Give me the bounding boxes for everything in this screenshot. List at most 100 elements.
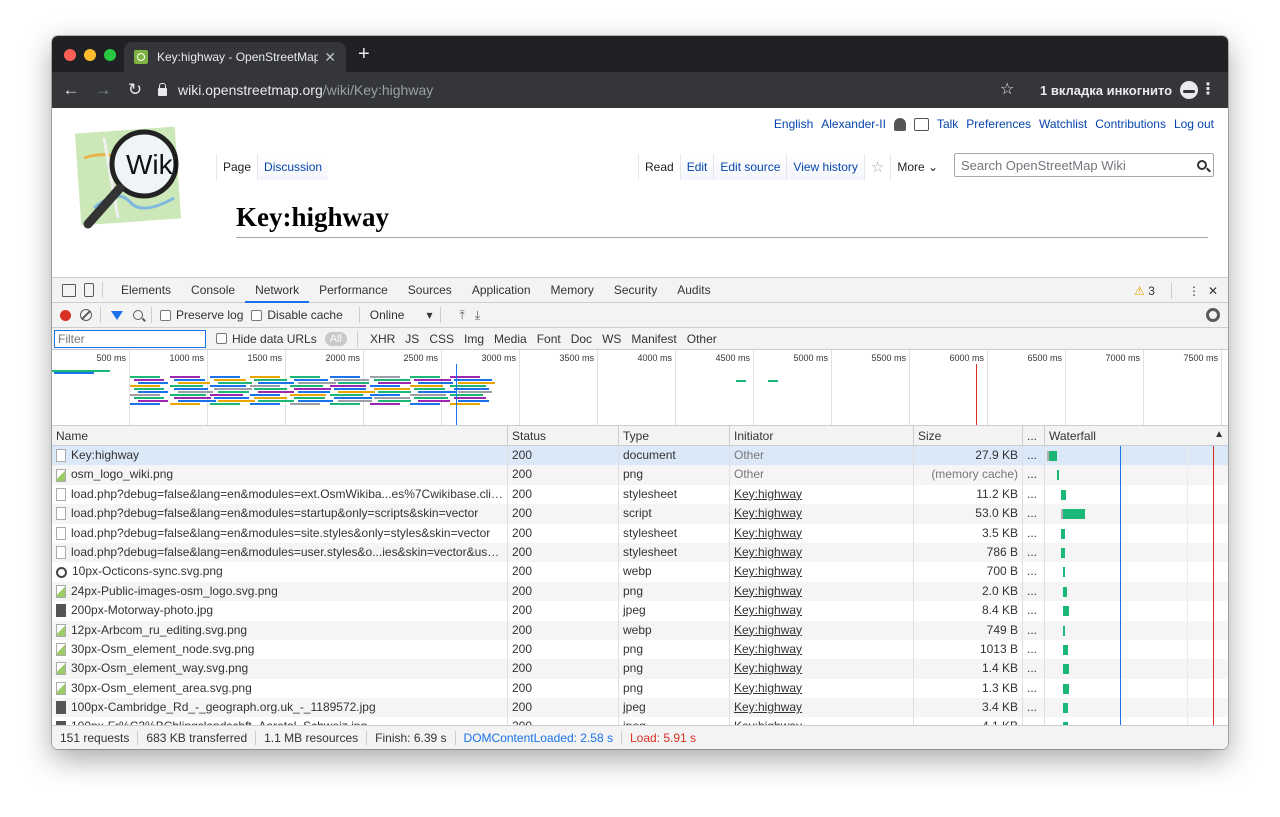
import-har-icon[interactable]: ⤒ <box>459 308 464 323</box>
close-devtools-icon[interactable]: ✕ <box>1208 284 1218 298</box>
logout-link[interactable]: Log out <box>1174 117 1214 131</box>
minimize-window-button[interactable] <box>84 49 96 61</box>
cell-initiator[interactable]: Key:highway <box>730 504 914 524</box>
cell-initiator[interactable]: Key:highway <box>730 562 914 582</box>
filter-type-all[interactable]: All <box>324 331 347 346</box>
device-toolbar-icon[interactable] <box>84 283 94 297</box>
cell-initiator[interactable]: Key:highway <box>730 678 914 699</box>
cell-initiator[interactable]: Key:highway <box>730 542 914 563</box>
contributions-link[interactable]: Contributions <box>1095 117 1166 131</box>
tab-application[interactable]: Application <box>462 278 541 303</box>
cell-name[interactable]: osm_logo_wiki.png <box>52 465 508 485</box>
incognito-indicator[interactable]: 1 вкладка инкогнито <box>1040 81 1199 99</box>
cell-name[interactable]: 24px-Public-images-osm_logo.svg.png <box>52 581 508 602</box>
table-row[interactable]: load.php?debug=false&lang=en&modules=sta… <box>52 504 1228 524</box>
tab-read[interactable]: Read <box>638 154 680 180</box>
table-row[interactable]: 24px-Public-images-osm_logo.svg.png 200 pn… <box>52 581 1228 602</box>
col-type[interactable]: Type <box>619 426 730 445</box>
col-waterfall[interactable]: Waterfall ▲ <box>1045 426 1228 445</box>
tab-page[interactable]: Page <box>216 154 258 180</box>
cell-name[interactable]: 30px-Osm_element_node.svg.png <box>52 639 508 660</box>
col-status[interactable]: Status <box>508 426 619 445</box>
wiki-search-input[interactable]: Search OpenStreetMap Wiki <box>954 153 1214 177</box>
export-har-icon[interactable]: ⤓ <box>475 308 480 323</box>
notices-inbox-icon[interactable] <box>913 117 929 131</box>
clear-icon[interactable] <box>80 309 92 321</box>
checkbox-icon[interactable] <box>160 309 171 321</box>
cell-initiator[interactable]: Key:highway <box>730 484 914 505</box>
cell-name[interactable]: 30px-Osm_element_area.svg.png <box>52 678 508 699</box>
filter-type-js[interactable]: JS <box>401 331 423 347</box>
filter-type-doc[interactable]: Doc <box>567 331 596 347</box>
cell-name[interactable]: 100px-Cambridge_Rd_-_geograph.org.uk_-_1… <box>52 698 508 718</box>
tab-edit[interactable]: Edit <box>679 154 714 180</box>
tab-audits[interactable]: Audits <box>667 278 720 303</box>
warnings-badge[interactable]: ⚠ 3 <box>1134 284 1155 298</box>
tab-security[interactable]: Security <box>604 278 667 303</box>
table-row[interactable]: load.php?debug=false&lang=en&modules=use… <box>52 542 1228 563</box>
search-icon[interactable] <box>1197 160 1207 170</box>
checkbox-icon[interactable] <box>251 309 263 321</box>
more-menu[interactable]: More ⌄ <box>890 154 945 180</box>
table-row[interactable]: 10px-Octicons-sync.svg.png 200 webp Key:hig… <box>52 562 1228 582</box>
col-time[interactable]: ... <box>1023 426 1045 445</box>
cell-name[interactable]: 30px-Osm_element_way.svg.png <box>52 659 508 679</box>
table-row[interactable]: load.php?debug=false&lang=en&modules=sit… <box>52 523 1228 543</box>
filter-type-css[interactable]: CSS <box>425 331 458 347</box>
network-overview[interactable]: 500 ms 1000 ms 1500 ms 2000 ms 2500 ms 3000 m… <box>52 350 1228 426</box>
checkbox-icon[interactable] <box>216 333 227 344</box>
filter-type-other[interactable]: Other <box>683 331 721 347</box>
reload-icon[interactable]: ↻ <box>122 80 148 100</box>
throttling-select[interactable]: Online ▾ <box>370 308 433 322</box>
inspect-element-icon[interactable] <box>62 283 76 297</box>
tab-console[interactable]: Console <box>181 278 245 303</box>
tab-view-history[interactable]: View history <box>786 154 864 180</box>
maximize-window-button[interactable] <box>104 49 116 61</box>
browser-menu-icon[interactable]: ⋮ <box>1200 79 1216 99</box>
cell-name[interactable]: load.php?debug=false&lang=en&modules=ext… <box>52 484 508 505</box>
lock-icon[interactable] <box>158 83 167 96</box>
filter-type-media[interactable]: Media <box>490 331 531 347</box>
cell-initiator[interactable]: Key:highway <box>730 698 914 718</box>
filter-type-font[interactable]: Font <box>533 331 565 347</box>
filter-type-img[interactable]: Img <box>460 331 488 347</box>
table-row[interactable]: 30px-Osm_element_area.svg.png 200 png Key:h… <box>52 678 1228 699</box>
cell-initiator[interactable]: Key:highway <box>730 639 914 660</box>
language-link[interactable]: English <box>774 117 813 131</box>
tab-discussion[interactable]: Discussion <box>257 154 329 180</box>
tab-edit-source[interactable]: Edit source <box>713 154 787 180</box>
filter-input[interactable] <box>54 329 206 348</box>
filter-icon[interactable] <box>111 310 123 320</box>
tab-memory[interactable]: Memory <box>541 278 604 303</box>
disable-cache-checkbox[interactable]: Disable cache <box>251 308 343 322</box>
table-row[interactable]: 30px-Osm_element_way.svg.png 200 png Key:hi… <box>52 659 1228 679</box>
osm-wiki-logo[interactable]: Wiki <box>74 118 192 236</box>
cell-name[interactable]: 12px-Arbcom_ru_editing.svg.png <box>52 620 508 640</box>
tab-sources[interactable]: Sources <box>398 278 462 303</box>
col-size[interactable]: Size <box>914 426 1023 445</box>
filter-type-xhr[interactable]: XHR <box>366 331 399 347</box>
talk-link[interactable]: Talk <box>937 117 958 131</box>
table-row[interactable]: 100px-Cambridge_Rd_-_geograph.org.uk_-_1… <box>52 698 1228 718</box>
tab-network[interactable]: Network <box>245 278 310 303</box>
table-row[interactable]: 200px-Motorway-photo.jpg 200 jpeg Key:highw… <box>52 601 1228 621</box>
filter-type-manifest[interactable]: Manifest <box>627 331 680 347</box>
notifications-bell-icon[interactable] <box>893 117 906 131</box>
table-row[interactable]: 12px-Arbcom_ru_editing.svg.png 200 webp Key… <box>52 620 1228 640</box>
devtools-menu-icon[interactable]: ⋮ <box>1188 284 1200 298</box>
table-row[interactable]: osm_logo_wiki.png 200 png Other (memory cach… <box>52 465 1228 485</box>
preserve-log-checkbox[interactable]: Preserve log <box>160 308 243 322</box>
bookmark-star-icon[interactable]: ☆ <box>1000 79 1014 99</box>
filter-type-ws[interactable]: WS <box>598 331 625 347</box>
cell-initiator[interactable]: Key:highway <box>730 659 914 679</box>
tab-elements[interactable]: Elements <box>111 278 181 303</box>
back-icon[interactable]: ← <box>58 80 84 100</box>
browser-tab[interactable]: Key:highway - OpenStreetMap ✕ <box>124 42 346 72</box>
cell-initiator[interactable]: Key:highway <box>730 620 914 640</box>
cell-initiator[interactable]: Key:highway <box>730 523 914 543</box>
forward-icon[interactable]: → <box>90 80 116 100</box>
col-initiator[interactable]: Initiator <box>730 426 914 445</box>
watchlist-link[interactable]: Watchlist <box>1039 117 1087 131</box>
search-icon[interactable] <box>133 310 143 320</box>
address-bar[interactable]: wiki.openstreetmap.org/wiki/Key:highway <box>158 78 1028 102</box>
